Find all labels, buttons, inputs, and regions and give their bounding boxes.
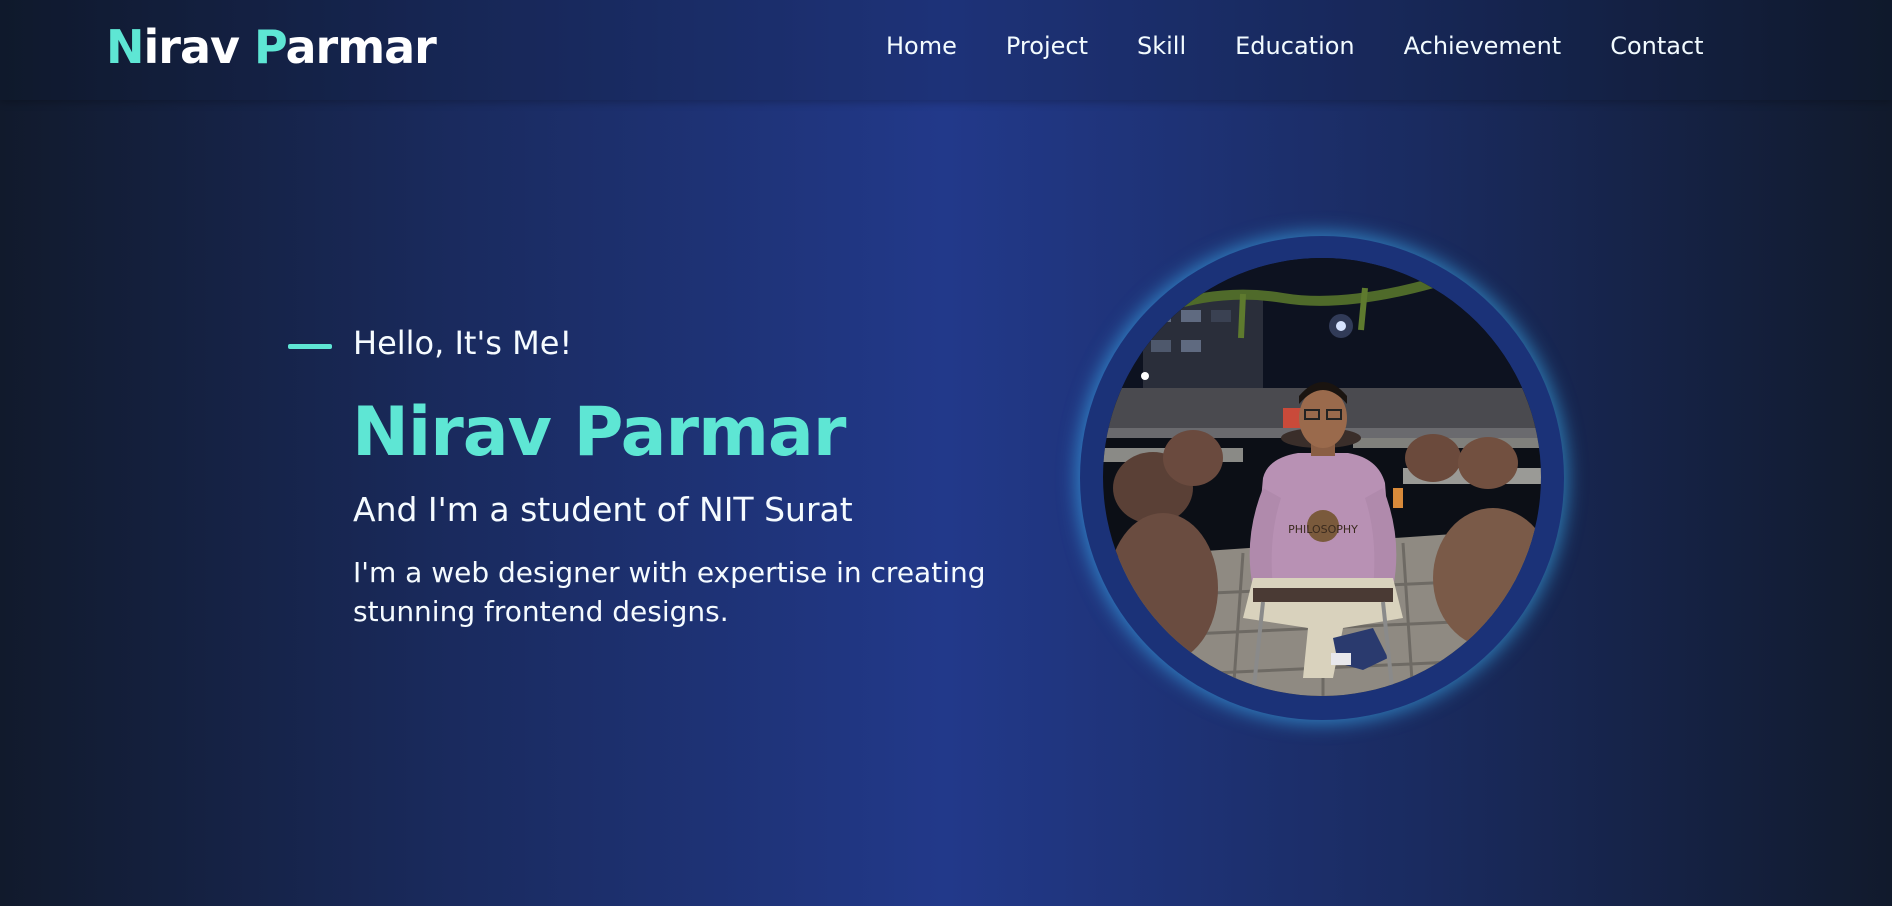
nav-link-achievement[interactable]: Achievement (1404, 32, 1562, 60)
profile-photo: PHILOSOPHY (1103, 258, 1541, 696)
nav-link-skill[interactable]: Skill (1137, 32, 1186, 60)
hero-subtitle: And I'm a student of NIT Surat (353, 490, 853, 529)
logo-text-second: armar (285, 20, 436, 74)
shirt-text: PHILOSOPHY (1288, 523, 1358, 536)
nav-link-contact[interactable]: Contact (1610, 32, 1703, 60)
hero-greeting: Hello, It's Me! (353, 324, 573, 362)
logo-initial-second: P (254, 20, 287, 74)
nav-link-project[interactable]: Project (1006, 32, 1088, 60)
brand-logo[interactable]: Nirav Parmar (106, 20, 437, 74)
hero-description: I'm a web designer with expertise in cre… (353, 556, 986, 628)
site-header: Nirav Parmar Home Project Skill Educatio… (0, 0, 1892, 100)
nav-link-education[interactable]: Education (1235, 32, 1354, 60)
main-nav: Home Project Skill Education Achievement… (886, 32, 1704, 60)
hero-name: Nirav Parmar (352, 393, 846, 472)
nav-link-home[interactable]: Home (886, 32, 957, 60)
logo-text-first: irav (143, 20, 254, 74)
logo-initial-first: N (106, 20, 144, 74)
greeting-dash (288, 344, 332, 349)
